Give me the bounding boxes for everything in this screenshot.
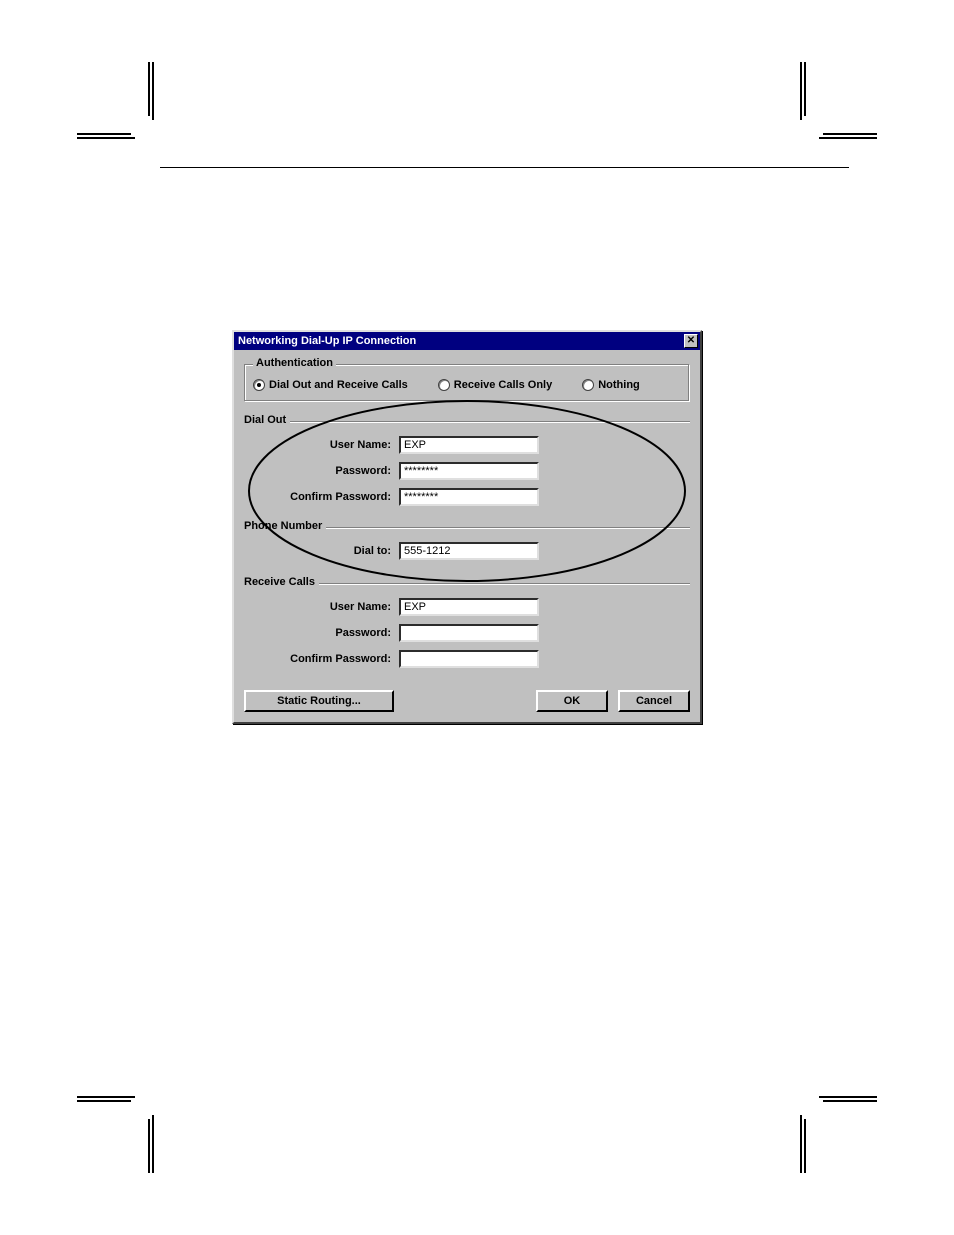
label-receive-password: Password: [244, 627, 399, 639]
label-receive-username: User Name: [244, 601, 399, 613]
input-receive-password[interactable] [399, 624, 539, 642]
radio-icon [582, 379, 594, 391]
radio-label: Receive Calls Only [454, 379, 552, 391]
cancel-button[interactable]: Cancel [618, 690, 690, 712]
radio-nothing[interactable]: Nothing [582, 379, 640, 391]
label-receive-confirm: Confirm Password: [244, 653, 399, 665]
label-dialout-confirm: Confirm Password: [244, 491, 399, 503]
label-dial-to: Dial to: [244, 545, 399, 557]
legend-dial-out: Dial Out [244, 408, 690, 422]
cropmark-bottom-left [75, 1095, 155, 1175]
titlebar: Networking Dial-Up IP Connection ✕ [234, 332, 700, 350]
section-dial-out: Dial Out User Name: Password: Confirm Pa… [244, 408, 690, 510]
label-dialout-username: User Name: [244, 439, 399, 451]
dialog-body: Authentication Dial Out and Receive Call… [234, 350, 700, 722]
radio-icon [438, 379, 450, 391]
dialog-networking-dialup: Networking Dial-Up IP Connection ✕ Authe… [232, 330, 702, 724]
cropmark-top-right [799, 60, 879, 140]
input-receive-username[interactable] [399, 598, 539, 616]
dialog-title: Networking Dial-Up IP Connection [238, 335, 416, 347]
cropmark-top-left [75, 60, 155, 140]
input-dial-to[interactable] [399, 542, 539, 560]
static-routing-button[interactable]: Static Routing... [244, 690, 394, 712]
input-dialout-username[interactable] [399, 436, 539, 454]
ok-button[interactable]: OK [536, 690, 608, 712]
group-authentication: Authentication Dial Out and Receive Call… [244, 364, 690, 402]
input-receive-confirm[interactable] [399, 650, 539, 668]
radio-receive-only[interactable]: Receive Calls Only [438, 379, 552, 391]
radio-label: Dial Out and Receive Calls [269, 379, 408, 391]
button-row: Static Routing... OK Cancel [244, 690, 690, 712]
legend-receive-calls: Receive Calls [244, 570, 690, 584]
radio-icon [253, 379, 265, 391]
page-rule [160, 167, 849, 168]
section-phone-number: Phone Number Dial to: [244, 514, 690, 564]
close-icon[interactable]: ✕ [684, 334, 698, 348]
radio-label: Nothing [598, 379, 640, 391]
label-dialout-password: Password: [244, 465, 399, 477]
legend-phone-number: Phone Number [244, 514, 690, 528]
cropmark-bottom-right [799, 1095, 879, 1175]
radio-dial-out-receive[interactable]: Dial Out and Receive Calls [253, 379, 408, 391]
section-receive-calls: Receive Calls User Name: Password: Confi… [244, 570, 690, 672]
input-dialout-confirm[interactable] [399, 488, 539, 506]
legend-authentication: Authentication [253, 357, 336, 369]
input-dialout-password[interactable] [399, 462, 539, 480]
